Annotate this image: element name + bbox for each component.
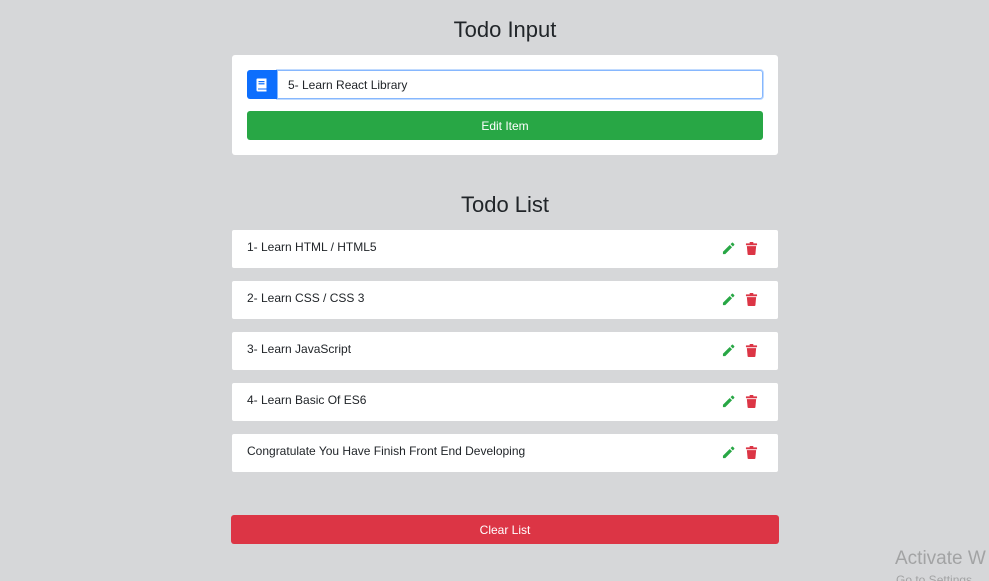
list-item: 3- Learn JavaScript <box>232 332 778 370</box>
list-item: 2- Learn CSS / CSS 3 <box>232 281 778 319</box>
edit-item-button[interactable]: Edit Item <box>247 111 763 140</box>
trash-icon[interactable] <box>744 241 758 255</box>
pencil-icon[interactable] <box>721 445 735 459</box>
todo-list-title: Todo List <box>460 192 550 217</box>
pencil-icon[interactable] <box>721 394 735 408</box>
pencil-icon[interactable] <box>721 292 735 306</box>
pencil-icon[interactable] <box>721 343 735 357</box>
trash-icon[interactable] <box>744 394 758 408</box>
list-item: 4- Learn Basic Of ES6 <box>232 383 778 421</box>
activation-watermark-subtitle: Go to Settings <box>896 573 973 581</box>
todo-list: 1- Learn HTML / HTML5 2- Learn CSS / CSS… <box>232 230 778 485</box>
todo-input-title: Todo Input <box>453 17 557 42</box>
todo-item-text: Congratulate You Have Finish Front End D… <box>247 444 526 458</box>
list-item: Congratulate You Have Finish Front End D… <box>232 434 778 472</box>
trash-icon[interactable] <box>744 343 758 357</box>
todo-input[interactable] <box>277 70 763 99</box>
clear-list-button[interactable]: Clear List <box>231 515 779 544</box>
book-icon <box>247 70 277 99</box>
todo-app: Todo Input Edit Item Todo List 1- Learn … <box>0 0 989 581</box>
todo-input-group <box>247 70 763 99</box>
trash-icon[interactable] <box>744 292 758 306</box>
todo-item-text: 3- Learn JavaScript <box>247 342 352 356</box>
list-item: 1- Learn HTML / HTML5 <box>232 230 778 268</box>
activation-watermark-title: Activate W <box>895 548 986 569</box>
todo-item-text: 2- Learn CSS / CSS 3 <box>247 291 365 305</box>
todo-item-text: 4- Learn Basic Of ES6 <box>247 393 367 407</box>
trash-icon[interactable] <box>744 445 758 459</box>
todo-item-text: 1- Learn HTML / HTML5 <box>247 240 377 254</box>
todo-input-card: Edit Item <box>232 55 778 155</box>
pencil-icon[interactable] <box>721 241 735 255</box>
